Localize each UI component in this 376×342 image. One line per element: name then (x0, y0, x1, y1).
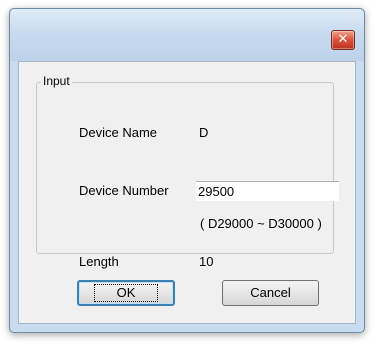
cancel-button-label: Cancel (250, 285, 291, 300)
cancel-button[interactable]: Cancel (222, 280, 319, 306)
device-number-label: Device Number (79, 183, 169, 198)
device-name-value: D (199, 125, 209, 140)
dialog-window: ✕ Input Device Name D Device Number ( D2… (9, 8, 365, 333)
device-range-hint: ( D29000 ~ D30000 ) (200, 216, 322, 231)
close-icon: ✕ (337, 32, 349, 47)
groupbox-legend: Input (41, 74, 72, 88)
dialog-client-area: Input Device Name D Device Number ( D290… (18, 61, 356, 324)
title-bar[interactable]: ✕ (10, 9, 364, 61)
length-value: 10 (199, 254, 214, 269)
device-number-field[interactable] (196, 181, 339, 201)
length-label: Length (79, 254, 119, 269)
ok-button-label: OK (93, 284, 159, 302)
close-button[interactable]: ✕ (331, 30, 355, 50)
ok-button[interactable]: OK (77, 280, 175, 306)
device-name-label: Device Name (79, 125, 158, 140)
input-groupbox: Input Device Name D Device Number ( D290… (36, 74, 339, 269)
